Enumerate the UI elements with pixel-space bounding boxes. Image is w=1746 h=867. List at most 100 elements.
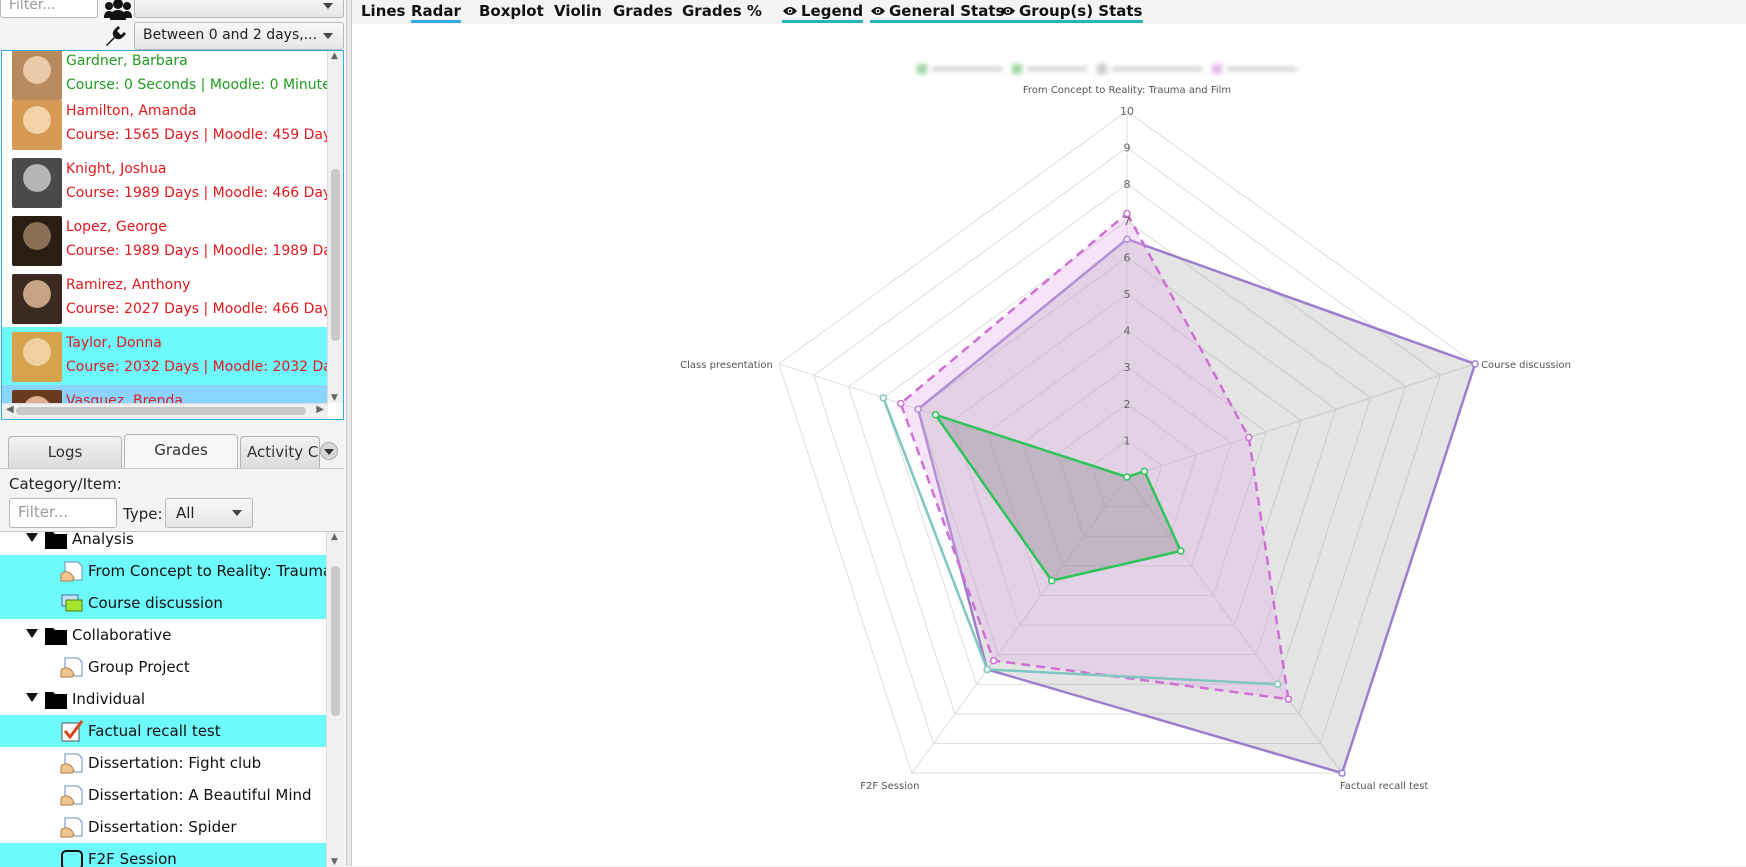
tree-item[interactable]: Dissertation: Spider [0, 811, 326, 843]
radar-tick-label: 5 [1124, 288, 1131, 301]
user-list-item[interactable]: Lopez, George Course: 1989 Days | Moodle:… [2, 211, 343, 269]
expand-triangle-icon[interactable] [26, 533, 38, 542]
group-combo[interactable] [134, 0, 344, 18]
tree-vscroll-thumb[interactable] [331, 566, 340, 716]
toggle-group-stats-button[interactable]: Group(s) Stats [1000, 2, 1143, 23]
legend-swatch [917, 64, 927, 74]
tree-item[interactable]: Course discussion [0, 587, 326, 619]
radar-data-point [1338, 769, 1346, 777]
toggle-general-stats-button[interactable]: General Stats [870, 2, 1005, 23]
tree-item-label: Dissertation: Spider [88, 818, 237, 836]
tree-item[interactable]: Dissertation: A Beautiful Mind [0, 779, 326, 811]
category-filter-input[interactable]: Filter... [9, 498, 117, 528]
chevron-down-icon [232, 510, 242, 516]
radar-tick-label: 8 [1124, 178, 1131, 191]
radar-axis-label: From Concept to Reality: Trauma and Film [1023, 85, 1231, 96]
user-filter-input[interactable]: Filter... [0, 0, 98, 18]
user-list-hscrollbar[interactable]: ◀ ▶ [2, 403, 328, 419]
user-name: Hamilton, Amanda [66, 103, 197, 119]
radar-data-point [1047, 576, 1056, 585]
radar-tick-label: 7 [1124, 215, 1131, 228]
user-name: Gardner, Barbara [66, 53, 188, 69]
toggle-legend-button[interactable]: Legend [782, 2, 864, 23]
user-list-vscrollbar[interactable]: ▲ ▼ [327, 51, 343, 403]
toggle-general-stats-label: General Stats [889, 2, 1005, 20]
grade-item-tree[interactable]: Analysis From Concept to Reality: Trauma … [0, 531, 344, 867]
type-combo[interactable]: All [165, 498, 253, 528]
left-tabs: Logs Grades Activity Co [0, 434, 344, 470]
user-list-vscroll-thumb[interactable] [331, 169, 340, 341]
legend-swatch [1097, 64, 1107, 74]
scroll-right-icon[interactable]: ▶ [316, 404, 324, 415]
radar-data-point [1245, 433, 1253, 442]
assignment-icon [60, 817, 83, 838]
legend-text-blur [1112, 67, 1202, 71]
chevron-down-icon [324, 449, 334, 455]
tree-item[interactable]: Factual recall test [0, 715, 326, 747]
eye-icon [783, 7, 797, 15]
legend-text-blur [1227, 67, 1297, 71]
group-icon[interactable] [104, 0, 132, 20]
radar-data-point [1140, 467, 1149, 476]
view-grades-button[interactable]: Grades [613, 2, 673, 20]
eye-icon [1001, 7, 1015, 15]
folder-icon [45, 692, 67, 709]
avatar [12, 216, 62, 266]
user-list-item[interactable]: Taylor, Donna Course: 2032 Days | Moodle:… [2, 327, 343, 385]
time-range-combo[interactable]: Between 0 and 2 days,... [134, 22, 344, 50]
user-name: Taylor, Donna [66, 335, 162, 351]
radar-axis-label: Factual recall test [1340, 781, 1428, 792]
radar-tick-label: 10 [1120, 105, 1134, 118]
left-panel: Filter... Between 0 and 2 days,... Gardn… [0, 0, 346, 867]
view-violin-button[interactable]: Violin [554, 2, 602, 20]
tree-item-label: Individual [72, 690, 146, 708]
user-name: Ramirez, Anthony [66, 277, 191, 293]
tree-item[interactable]: Individual [0, 683, 326, 715]
toggle-group-stats-label: Group(s) Stats [1019, 2, 1143, 20]
view-radar-button[interactable]: Radar [411, 2, 461, 23]
user-list[interactable]: Gardner, Barbara Course: 0 Seconds | Mood… [1, 50, 344, 420]
scroll-up-icon[interactable]: ▲ [331, 532, 338, 542]
radar-tick-label: 1 [1124, 434, 1131, 447]
legend-swatch [1012, 64, 1022, 74]
tab-grades[interactable]: Grades [124, 434, 238, 468]
tab-activity-label: Activity Co [247, 443, 320, 461]
scroll-up-icon[interactable]: ▲ [331, 51, 338, 61]
tree-item[interactable]: Dissertation: Fight club [0, 747, 326, 779]
user-list-item[interactable]: Knight, Joshua Course: 1989 Days | Moodle… [2, 153, 339, 211]
assignment-icon [60, 561, 83, 582]
tree-vscrollbar[interactable]: ▲ ▼ [326, 532, 344, 867]
view-lines-button[interactable]: Lines [361, 2, 405, 20]
expand-triangle-icon[interactable] [26, 629, 38, 638]
radar-tick-label: 2 [1124, 398, 1131, 411]
user-list-item[interactable]: Hamilton, Amanda Course: 1565 Days | Mood… [2, 95, 339, 153]
tree-item-label: Collaborative [72, 626, 172, 644]
view-boxplot-button[interactable]: Boxplot [479, 2, 544, 20]
tree-item[interactable]: Collaborative [0, 619, 326, 651]
tab-activity-completion[interactable]: Activity Co [240, 436, 320, 468]
tree-item[interactable]: Analysis [0, 531, 326, 555]
tree-item[interactable]: Group Project [0, 651, 326, 683]
expand-triangle-icon[interactable] [26, 693, 38, 702]
view-grades-percent-button[interactable]: Grades % [682, 2, 762, 20]
user-list-hscroll-thumb[interactable] [16, 407, 306, 415]
tab-logs[interactable]: Logs [8, 436, 122, 468]
user-activity-status: Course: 1565 Days | Moodle: 459 Days [66, 127, 339, 143]
plug-icon [106, 26, 126, 46]
tabs-overflow-button[interactable] [320, 442, 338, 460]
tree-item-label: F2F Session [88, 850, 177, 867]
scroll-left-icon[interactable]: ◀ [6, 404, 14, 415]
tree-item[interactable]: F2F Session [0, 843, 326, 867]
time-range-combo-value: Between 0 and 2 days,... [143, 27, 318, 43]
radar-data-point [1471, 360, 1479, 368]
tree-item-label: Analysis [72, 531, 134, 548]
chart-panel: Lines Radar Boxplot Violin Grades Grades… [352, 0, 1746, 866]
type-combo-value: All [176, 504, 195, 522]
tree-item[interactable]: From Concept to Reality: Trauma and Film [0, 555, 344, 587]
radar-data-point [931, 411, 940, 419]
category-label: Category/Item: [9, 475, 122, 493]
scroll-down-icon[interactable]: ▼ [331, 393, 338, 403]
user-list-item[interactable]: Ramirez, Anthony Course: 2027 Days | Mood… [2, 269, 339, 327]
user-activity-status: Course: 1989 Days | Moodle: 466 Days [66, 185, 339, 201]
tree-item-label: Factual recall test [88, 722, 221, 740]
